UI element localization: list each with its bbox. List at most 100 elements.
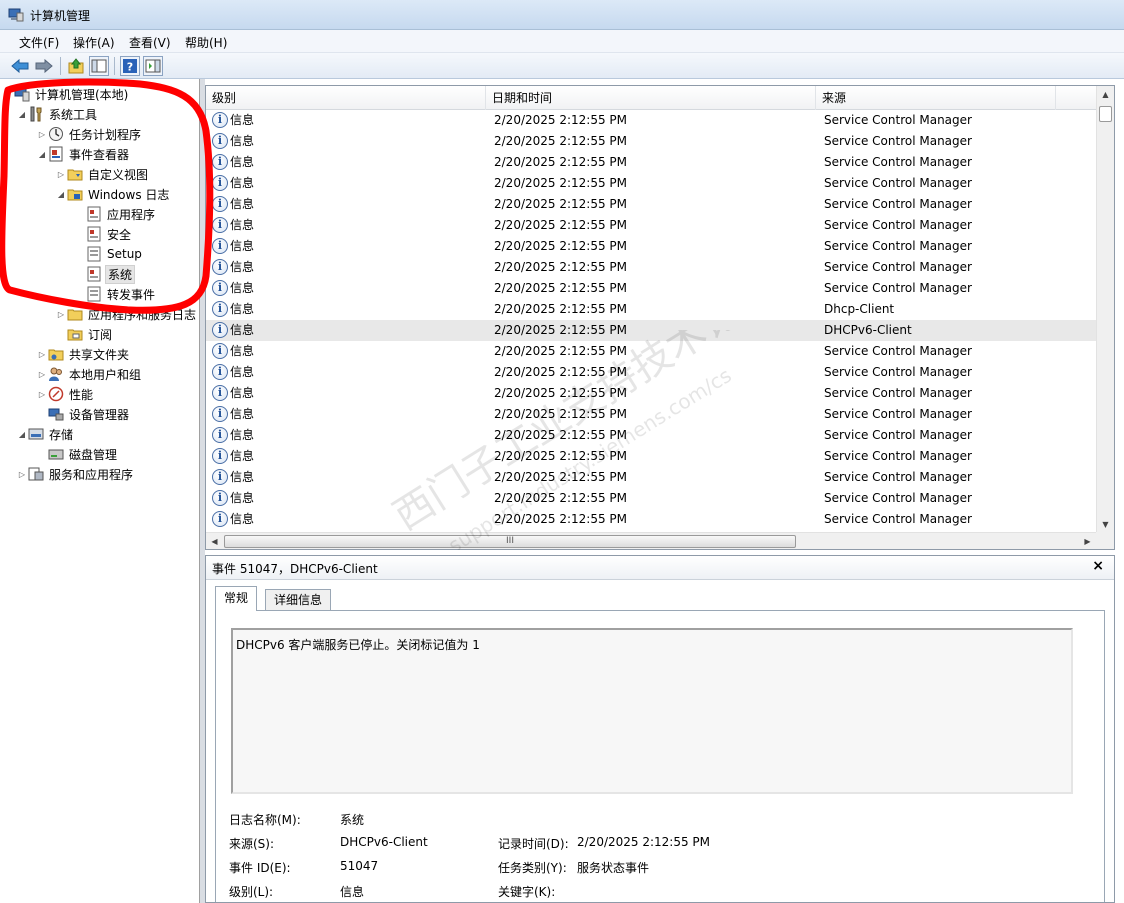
up-folder-icon bbox=[68, 58, 84, 74]
close-icon[interactable]: × bbox=[1092, 558, 1104, 574]
show-tree-button[interactable] bbox=[89, 56, 109, 76]
system-tools-icon bbox=[30, 106, 42, 122]
forward-button[interactable] bbox=[34, 56, 54, 76]
tree-node-app-services-logs[interactable]: ▷ 应用程序和服务日志 bbox=[55, 305, 198, 323]
windows-logs-folder-icon bbox=[67, 189, 83, 201]
event-datetime: 2/20/2025 2:12:55 PM bbox=[494, 323, 628, 337]
event-row[interactable]: i 信息 2/20/2025 2:12:55 PM Service Control M… bbox=[206, 425, 1096, 446]
tree-node-system-tools[interactable]: ◢ 系统工具 bbox=[16, 105, 99, 123]
tree-node-windows-logs[interactable]: ◢ Windows 日志 bbox=[55, 185, 171, 203]
event-row[interactable]: i 信息 2/20/2025 2:12:55 PM Service Control M… bbox=[206, 404, 1096, 425]
scroll-left-arrow-icon[interactable]: ◀ bbox=[206, 533, 223, 549]
tree-node-storage[interactable]: ◢ 存储 bbox=[16, 425, 75, 443]
tree-node-security-log[interactable]: 安全 bbox=[74, 225, 133, 243]
event-datetime: 2/20/2025 2:12:55 PM bbox=[494, 176, 628, 190]
scroll-thumb[interactable] bbox=[1099, 106, 1112, 122]
event-list-horizontal-scrollbar[interactable]: ◀ III ▶ bbox=[206, 532, 1096, 549]
event-row[interactable]: i 信息 2/20/2025 2:12:55 PM Service Control M… bbox=[206, 257, 1096, 278]
tree-node-event-viewer[interactable]: ◢ 事件查看器 bbox=[36, 145, 131, 163]
back-button[interactable] bbox=[10, 56, 30, 76]
event-viewer-icon bbox=[49, 146, 63, 162]
column-header-datetime[interactable]: 日期和时间 bbox=[486, 86, 816, 110]
performance-icon bbox=[48, 386, 64, 402]
event-datetime: 2/20/2025 2:12:55 PM bbox=[494, 512, 628, 526]
event-source: Service Control Manager bbox=[824, 470, 972, 484]
tree-node-shared-folders[interactable]: ▷ 共享文件夹 bbox=[36, 345, 131, 363]
tree-node-performance[interactable]: ▷ 性能 bbox=[36, 385, 95, 403]
event-message-box[interactable]: DHCPv6 客户端服务已停止。关闭标记值为 1 bbox=[231, 628, 1073, 794]
tree-expander[interactable]: ▷ bbox=[55, 170, 67, 179]
tree-expander[interactable]: ◢ bbox=[55, 190, 67, 199]
tree-node-label: 性能 bbox=[69, 387, 94, 402]
action-pane-button[interactable] bbox=[143, 56, 163, 76]
event-row[interactable]: i 信息 2/20/2025 2:12:55 PM Service Control M… bbox=[206, 215, 1096, 236]
tree-node-task-scheduler[interactable]: ▷ 任务计划程序 bbox=[36, 125, 143, 143]
tab-general[interactable]: 常规 bbox=[215, 586, 258, 611]
event-list-vertical-scrollbar[interactable]: ▲ ▼ bbox=[1096, 86, 1114, 533]
event-row[interactable]: i 信息 2/20/2025 2:12:55 PM Service Control M… bbox=[206, 110, 1096, 131]
tree-expander[interactable]: ◢ bbox=[16, 110, 28, 119]
event-row[interactable]: i 信息 2/20/2025 2:12:55 PM Service Control M… bbox=[206, 131, 1096, 152]
tree-node-label: 磁盘管理 bbox=[69, 447, 118, 462]
tree-node-custom-views[interactable]: ▷ 自定义视图 bbox=[55, 165, 150, 183]
tree-expander[interactable]: ▷ bbox=[36, 130, 48, 139]
event-row[interactable]: i 信息 2/20/2025 2:12:55 PM Service Control M… bbox=[206, 341, 1096, 362]
scroll-down-arrow-icon[interactable]: ▼ bbox=[1097, 516, 1114, 533]
tree-node-application-log[interactable]: 应用程序 bbox=[74, 205, 157, 223]
event-level: 信息 bbox=[230, 323, 255, 337]
event-level: 信息 bbox=[230, 365, 255, 379]
task-category-label: 任务类别(Y): bbox=[498, 861, 567, 875]
event-datetime: 2/20/2025 2:12:55 PM bbox=[494, 407, 628, 421]
log-icon bbox=[87, 246, 101, 262]
event-row[interactable]: i 信息 2/20/2025 2:12:55 PM Service Control M… bbox=[206, 194, 1096, 215]
logged-value: 2/20/2025 2:12:55 PM bbox=[577, 835, 711, 849]
event-row[interactable]: i 信息 2/20/2025 2:12:55 PM Service Control M… bbox=[206, 488, 1096, 509]
tree-node-forwarded-events[interactable]: 转发事件 bbox=[74, 285, 157, 303]
tree-node-device-manager[interactable]: 设备管理器 bbox=[36, 405, 131, 423]
event-row[interactable]: i 信息 2/20/2025 2:12:55 PM Service Control M… bbox=[206, 362, 1096, 383]
tree-expander[interactable]: ◢ bbox=[16, 430, 28, 439]
tree-expander[interactable]: ◢ bbox=[36, 150, 48, 159]
menu-action[interactable]: 操作(A) bbox=[73, 34, 115, 51]
event-row[interactable]: i 信息 2/20/2025 2:12:55 PM Service Control M… bbox=[206, 173, 1096, 194]
menu-file[interactable]: 文件(F) bbox=[19, 34, 59, 51]
tree-node-services-applications[interactable]: ▷ 服务和应用程序 bbox=[16, 465, 135, 483]
event-datetime: 2/20/2025 2:12:55 PM bbox=[494, 470, 628, 484]
event-row[interactable]: i 信息 2/20/2025 2:12:55 PM Service Control M… bbox=[206, 152, 1096, 173]
column-header-level[interactable]: 级别 bbox=[206, 86, 486, 110]
event-source: DHCPv6-Client bbox=[824, 323, 912, 337]
tree-node-disk-management[interactable]: 磁盘管理 bbox=[36, 445, 119, 463]
scroll-up-arrow-icon[interactable]: ▲ bbox=[1097, 86, 1114, 103]
tree-node-system-log[interactable]: 系统 bbox=[74, 264, 136, 284]
event-source: Service Control Manager bbox=[824, 428, 972, 442]
event-source: Service Control Manager bbox=[824, 512, 972, 526]
menu-view[interactable]: 查看(V) bbox=[129, 34, 171, 51]
event-source: Service Control Manager bbox=[824, 197, 972, 211]
tree-node-computer-management[interactable]: 计算机管理(本地) bbox=[2, 85, 130, 103]
tree-expander[interactable]: ▷ bbox=[36, 350, 48, 359]
scroll-right-arrow-icon[interactable]: ▶ bbox=[1079, 533, 1096, 549]
event-row[interactable]: i 信息 2/20/2025 2:12:55 PM Service Control M… bbox=[206, 236, 1096, 257]
column-header-source[interactable]: 来源 bbox=[816, 86, 1056, 110]
horizontal-scroll-thumb[interactable]: III bbox=[224, 535, 796, 548]
event-row[interactable]: i 信息 2/20/2025 2:12:55 PM Service Control M… bbox=[206, 278, 1096, 299]
event-row[interactable]: i 信息 2/20/2025 2:12:55 PM Service Control M… bbox=[206, 467, 1096, 488]
tree-expander[interactable]: ▷ bbox=[36, 390, 48, 399]
tree-node-local-users-groups[interactable]: ▷ 本地用户和组 bbox=[36, 365, 143, 383]
event-row[interactable]: i 信息 2/20/2025 2:12:55 PM Service Control M… bbox=[206, 446, 1096, 467]
tree-expander[interactable]: ▷ bbox=[16, 470, 28, 479]
up-button[interactable] bbox=[66, 56, 86, 76]
tree-node-setup-log[interactable]: Setup bbox=[74, 245, 144, 263]
event-row[interactable]: i 信息 2/20/2025 2:12:55 PM Service Control M… bbox=[206, 509, 1096, 530]
tab-details[interactable]: 详细信息 bbox=[265, 589, 332, 610]
source-value: DHCPv6-Client bbox=[340, 835, 428, 849]
tree-expander[interactable]: ▷ bbox=[36, 370, 48, 379]
tree-expander[interactable]: ▷ bbox=[55, 310, 67, 319]
help-button[interactable]: ? bbox=[120, 56, 140, 76]
event-level: 信息 bbox=[230, 386, 255, 400]
tree-node-subscriptions[interactable]: 订阅 bbox=[55, 325, 114, 343]
menu-help[interactable]: 帮助(H) bbox=[185, 34, 227, 51]
event-row[interactable]: i 信息 2/20/2025 2:12:55 PM Dhcp-Client bbox=[206, 299, 1096, 320]
event-row[interactable]: i 信息 2/20/2025 2:12:55 PM DHCPv6-Client bbox=[206, 320, 1096, 341]
event-row[interactable]: i 信息 2/20/2025 2:12:55 PM Service Control M… bbox=[206, 383, 1096, 404]
